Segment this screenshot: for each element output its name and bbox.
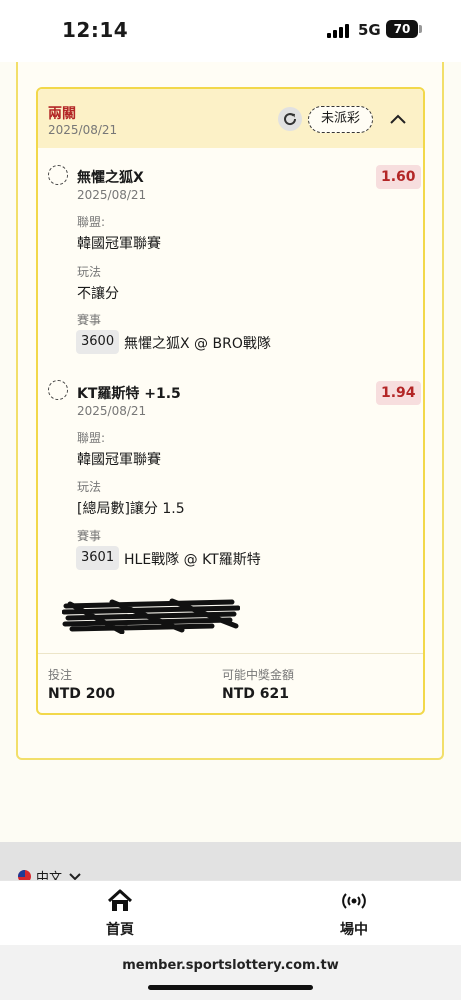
status-bar: 12:14 5G 70 [0,0,461,62]
leg-selection: KT羅斯特 +1.5 [77,386,181,402]
refresh-icon [284,113,297,126]
browser-url-bar[interactable]: member.sportslottery.com.tw [0,945,461,1000]
league-label: 聯盟: [77,431,106,445]
battery-icon: 70 [386,20,418,38]
bottom-tab-bar: 首頁 場中 [0,880,461,945]
signal-icon [327,24,349,38]
event-id-badge: 3601 [76,546,120,570]
payout-value: NTD 621 [222,686,289,702]
tab-home[interactable]: 首頁 [80,889,160,939]
refresh-button[interactable] [278,107,302,131]
event-label: 賽事 [77,313,102,327]
market-value: [總局數]讓分 1.5 [77,501,185,517]
leg-date: 2025/08/21 [77,188,147,202]
event-id-badge: 3600 [76,330,120,354]
settlement-status-badge: 未派彩 [308,106,374,133]
tab-home-label: 首頁 [106,922,134,938]
leg-odds: 1.94 [376,381,421,405]
bet-type: 兩關 [48,106,76,122]
url-text: member.sportslottery.com.tw [122,958,339,973]
status-time: 12:14 [62,18,129,42]
market-label: 玩法 [77,265,102,279]
tab-live-label: 場中 [340,922,368,938]
stake-value: NTD 200 [48,686,115,702]
market-label: 玩法 [77,480,102,494]
tab-live[interactable]: 場中 [314,889,394,939]
bet-header[interactable]: 兩關 2025/08/21 未派彩 [38,89,423,148]
payout-label: 可能中獎金額 [222,668,295,682]
leg-date: 2025/08/21 [77,404,147,418]
home-icon [107,889,133,911]
event-name: HLE戰隊 @ KT羅斯特 [124,552,261,568]
redaction-scribble [62,598,240,634]
leg-selection: 無懼之狐X [77,170,144,186]
battery-tip [419,25,422,33]
leg-status-icon [48,380,68,400]
bet-date: 2025/08/21 [48,123,118,137]
stake-label: 投注 [48,668,73,682]
summary-divider [38,653,423,654]
chevron-up-icon[interactable] [388,109,408,129]
home-indicator[interactable] [148,985,313,990]
league-label: 聯盟: [77,215,106,229]
event-name: 無懼之狐X @ BRO戰隊 [124,336,271,352]
league-value: 韓國冠軍聯賽 [77,236,161,252]
market-value: 不讓分 [77,286,119,302]
event-label: 賽事 [77,529,102,543]
league-value: 韓國冠軍聯賽 [77,452,161,468]
live-broadcast-icon [342,893,366,909]
network-type: 5G [358,21,381,39]
leg-status-icon [48,165,68,185]
leg-odds: 1.60 [376,165,421,189]
